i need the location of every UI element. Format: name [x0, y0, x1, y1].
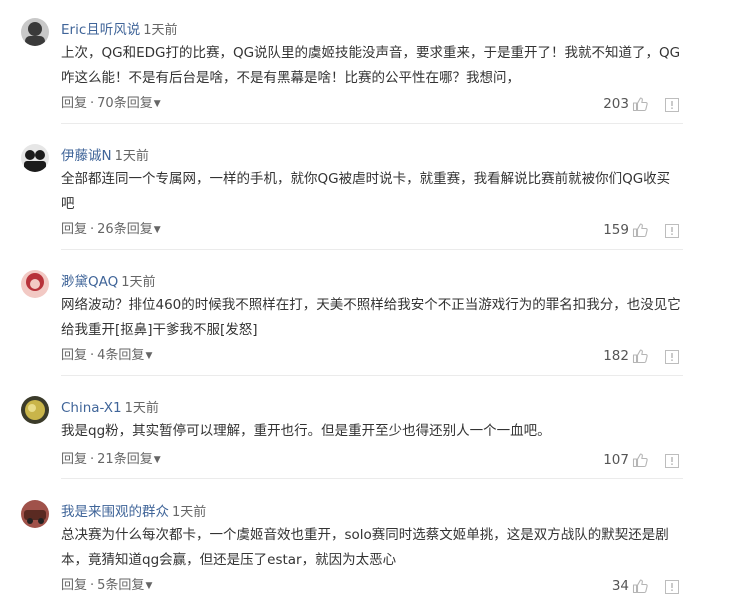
divider — [61, 123, 683, 124]
comment-list: Eric且听风说 1天前 上次，QG和EDG打的比赛，QG说队里的虞姬技能没声音，… — [0, 0, 747, 610]
comment-meta: Eric且听风说 1天前 — [61, 18, 178, 40]
timestamp: 1天前 — [143, 23, 178, 38]
avatar[interactable] — [21, 500, 49, 528]
avatar[interactable] — [21, 396, 49, 424]
replies-count: 21条回复 — [97, 452, 153, 467]
comment-text: 上次，QG和EDG打的比赛，QG说队里的虞姬技能没声音，要求重来，于是重开了！我… — [61, 45, 681, 86]
replies-count: 4条回复 — [97, 348, 145, 363]
comment-actions: 回复 · 4条回复▼ — [61, 345, 152, 367]
timestamp: 1天前 — [172, 505, 207, 520]
comment-text: 全部都连同一个专属网，一样的手机，就你QG被虐时说卡，就重赛，我看解说比赛前就被… — [61, 171, 671, 212]
username-link[interactable]: 伊藤诚N — [61, 148, 112, 164]
separator-dot: · — [90, 348, 95, 363]
thumbs-up-icon[interactable] — [632, 578, 648, 594]
username-link[interactable]: 我是来围观的群众 — [61, 504, 169, 520]
like-count: 182 — [603, 348, 629, 364]
comment-item: China-X1 1天前 我是qg粉，其实暂停可以理解，重开也行。但是重开至少也得… — [0, 396, 747, 479]
thumbs-up-icon[interactable] — [632, 96, 648, 112]
comment-meta: 我是来围观的群众 1天前 — [61, 500, 206, 522]
separator-dot: · — [90, 222, 95, 237]
comment-stats: 182 — [603, 345, 679, 367]
chevron-down-icon: ▼ — [153, 455, 161, 465]
divider — [61, 375, 683, 376]
comment-actions: 回复 · 5条回复▼ — [61, 575, 152, 597]
comment-actions: 回复 · 21条回复▼ — [61, 449, 161, 471]
separator-dot: · — [90, 452, 95, 467]
separator-dot: · — [90, 96, 95, 111]
replies-count: 26条回复 — [97, 222, 153, 237]
divider — [61, 478, 683, 479]
like-count: 203 — [603, 96, 629, 112]
replies-count: 70条回复 — [97, 96, 153, 111]
comment-stats: 34 — [612, 575, 679, 597]
expand-replies-button[interactable]: 26条回复▼ — [97, 222, 160, 237]
like-count: 107 — [603, 452, 629, 468]
comment-text: 总决赛为什么每次都卡，一个虞姬音效也重开，solo赛同时选蔡文姬单挑，这是双方战… — [61, 527, 669, 568]
thumbs-up-icon[interactable] — [632, 222, 648, 238]
like-count: 159 — [603, 222, 629, 238]
username-link[interactable]: 渺黛QAQ — [61, 274, 118, 290]
comment-stats: 203 — [603, 93, 679, 115]
comment-stats: 159 — [603, 219, 679, 241]
avatar[interactable] — [21, 144, 49, 172]
expand-replies-button[interactable]: 5条回复▼ — [97, 578, 152, 593]
comment-item: 伊藤诚N 1天前 全部都连同一个专属网，一样的手机，就你QG被虐时说卡，就重赛，我… — [0, 144, 747, 250]
comment-meta: 渺黛QAQ 1天前 — [61, 270, 156, 292]
expand-replies-button[interactable]: 21条回复▼ — [97, 452, 160, 467]
chevron-down-icon: ▼ — [153, 225, 161, 235]
comment-text: 我是qg粉，其实暂停可以理解，重开也行。但是重开至少也得还别人一个一血吧。 — [61, 423, 551, 439]
like-count: 34 — [611, 578, 629, 594]
avatar[interactable] — [21, 18, 49, 46]
comment-actions: 回复 · 70条回复▼ — [61, 93, 161, 115]
expand-replies-button[interactable]: 4条回复▼ — [97, 348, 152, 363]
comment-item: 我是来围观的群众 1天前 总决赛为什么每次都卡，一个虞姬音效也重开，solo赛同时… — [0, 500, 747, 606]
comment-stats: 107 — [603, 449, 679, 471]
chevron-down-icon: ▼ — [145, 581, 153, 591]
reply-button[interactable]: 回复 — [61, 348, 87, 363]
reply-button[interactable]: 回复 — [61, 452, 87, 467]
replies-count: 5条回复 — [97, 578, 145, 593]
report-icon[interactable] — [665, 223, 679, 238]
expand-replies-button[interactable]: 70条回复▼ — [97, 96, 160, 111]
thumbs-up-icon[interactable] — [632, 348, 648, 364]
report-icon[interactable] — [665, 349, 679, 364]
divider — [61, 249, 683, 250]
thumbs-up-icon[interactable] — [632, 452, 648, 468]
chevron-down-icon: ▼ — [145, 351, 153, 361]
reply-button[interactable]: 回复 — [61, 222, 87, 237]
comment-item: 渺黛QAQ 1天前 网络波动？排位460的时候我不照样在打，天美不照样给我安个不正… — [0, 270, 747, 376]
reply-button[interactable]: 回复 — [61, 578, 87, 593]
avatar[interactable] — [21, 270, 49, 298]
report-icon[interactable] — [665, 579, 679, 594]
report-icon[interactable] — [665, 97, 679, 112]
comment-text: 网络波动？排位460的时候我不照样在打，天美不照样给我安个不正当游戏行为的罪名扣… — [61, 297, 681, 338]
timestamp: 1天前 — [121, 275, 156, 290]
report-icon[interactable] — [665, 453, 679, 468]
comment-meta: 伊藤诚N 1天前 — [61, 144, 149, 166]
username-link[interactable]: Eric且听风说 — [61, 22, 140, 38]
comment-meta: China-X1 1天前 — [61, 396, 159, 418]
separator-dot: · — [90, 578, 95, 593]
comment-item: Eric且听风说 1天前 上次，QG和EDG打的比赛，QG说队里的虞姬技能没声音，… — [0, 18, 747, 124]
comment-actions: 回复 · 26条回复▼ — [61, 219, 161, 241]
timestamp: 1天前 — [114, 149, 149, 164]
username-link[interactable]: China-X1 — [61, 400, 122, 416]
timestamp: 1天前 — [124, 401, 159, 416]
chevron-down-icon: ▼ — [153, 99, 161, 109]
reply-button[interactable]: 回复 — [61, 96, 87, 111]
